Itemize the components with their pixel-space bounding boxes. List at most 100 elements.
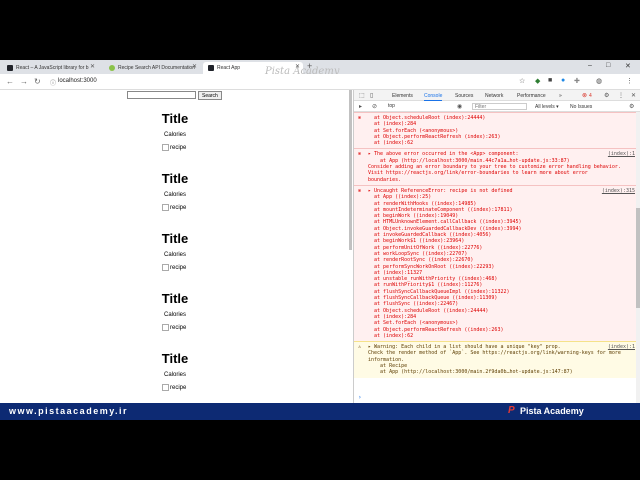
- banner-website: www.pistaacademy.ir: [9, 406, 129, 416]
- letterbox-top: [0, 0, 640, 60]
- gear-icon[interactable]: ⚙: [604, 92, 609, 99]
- console-error[interactable]: ⊗ (index):315 ▸ Uncaught ReferenceError: r…: [354, 184, 637, 342]
- devtools-panel: ⬚ ▯ Elements Console Sources Network Per…: [353, 90, 640, 403]
- recipe-image: recipe: [162, 324, 186, 331]
- console-warning[interactable]: ⚠ (index):1 ▸ Warning: Each child in a lis…: [354, 341, 637, 378]
- search-input[interactable]: [127, 91, 196, 99]
- tab-recipe-api[interactable]: Recipe Search API Documentation ✕: [104, 62, 200, 74]
- console-prompt[interactable]: ›: [358, 394, 362, 401]
- info-icon[interactable]: ⓘ: [50, 78, 56, 87]
- error-icon[interactable]: ⊗: [582, 92, 587, 99]
- sidebar-toggle-icon[interactable]: ▸: [359, 103, 362, 110]
- console-output: ⊗ at Object.scheduleRoot (index):24444) …: [354, 112, 637, 403]
- bottom-banner: www.pistaacademy.ir P Pista Academy: [0, 403, 640, 420]
- minimize-button[interactable]: –: [588, 62, 592, 69]
- devtools-tab-console[interactable]: Console: [424, 93, 443, 101]
- clear-console-icon[interactable]: ⊘: [372, 103, 377, 110]
- tab-react-docs[interactable]: React – A JavaScript library for b ✕: [2, 62, 98, 74]
- forward-arrow-icon[interactable]: →: [20, 77, 28, 86]
- recipe-calories: Calories: [163, 192, 186, 198]
- letterbox-bottom: [0, 420, 640, 480]
- page-scrollbar[interactable]: [349, 90, 352, 250]
- error-icon: ⊗: [358, 187, 362, 194]
- tab-strip: React – A JavaScript library for b ✕ Rec…: [0, 60, 640, 77]
- console-filter-input[interactable]: [472, 103, 527, 110]
- menu-dots-icon[interactable]: ⋮: [618, 92, 624, 99]
- recipe-card: Title Calories recipe: [120, 351, 230, 391]
- react-favicon-icon: [7, 65, 13, 71]
- pista-logo-icon: P: [508, 405, 515, 416]
- recipe-card: Title Calories recipe: [120, 291, 230, 331]
- page-viewport: Search Title Calories recipe Title Calor…: [0, 90, 352, 403]
- console-line: at (index):62: [368, 140, 414, 147]
- recipe-title: Title: [161, 231, 189, 246]
- puzzle-icon[interactable]: ✚: [574, 77, 580, 85]
- recipe-image: recipe: [162, 384, 186, 391]
- device-toggle-icon[interactable]: ▯: [370, 92, 373, 99]
- close-icon[interactable]: ✕: [631, 92, 636, 99]
- recipe-title: Title: [161, 171, 189, 186]
- more-tabs-button[interactable]: »: [559, 93, 562, 99]
- extension-icon[interactable]: ◆: [535, 77, 540, 85]
- search-button[interactable]: Search: [198, 91, 222, 100]
- console-line: Visit https://reactjs.org/link/error-bou…: [368, 170, 588, 177]
- source-link[interactable]: (index):1: [608, 151, 635, 157]
- extension-icon[interactable]: ●: [561, 77, 565, 84]
- tab-label: React App: [217, 65, 241, 71]
- warning-icon: ⚠: [358, 344, 362, 351]
- console-scrollbar[interactable]: [636, 112, 640, 403]
- extension-icon[interactable]: ■: [548, 77, 552, 84]
- tab-label: Recipe Search API Documentation: [118, 65, 195, 71]
- star-icon[interactable]: ☆: [519, 77, 525, 85]
- error-count-badge[interactable]: 4: [589, 93, 592, 99]
- console-error[interactable]: ⊗ (index):1 ▸ The above error occurred in …: [354, 148, 637, 185]
- console-error[interactable]: ⊗ at Object.scheduleRoot (index):24444) …: [354, 112, 637, 149]
- reload-icon[interactable]: ↻: [34, 77, 41, 86]
- recipe-card: Title Calories recipe: [120, 231, 230, 271]
- inspect-icon[interactable]: ⬚: [359, 92, 365, 99]
- recipe-card: Title Calories recipe: [120, 171, 230, 211]
- url-field[interactable]: localhost:3000: [58, 78, 97, 84]
- devtools-tab-sources[interactable]: Sources: [455, 93, 473, 99]
- profile-icon[interactable]: ◍: [596, 77, 602, 85]
- log-levels-select[interactable]: All levels ▾: [535, 104, 559, 110]
- console-toolbar: ▸ ⊘ top ◉ All levels ▾ No Issues ⚙: [354, 101, 640, 112]
- banner-brand: Pista Academy: [520, 406, 584, 416]
- back-arrow-icon[interactable]: ←: [6, 77, 14, 86]
- devtools-tab-network[interactable]: Network: [485, 93, 503, 99]
- browser-window: React – A JavaScript library for b ✕ Rec…: [0, 60, 640, 403]
- recipe-calories: Calories: [163, 132, 186, 138]
- recipe-calories: Calories: [163, 252, 186, 258]
- close-icon[interactable]: ✕: [192, 63, 197, 70]
- recipe-title: Title: [161, 291, 189, 306]
- source-link[interactable]: (index):1: [608, 344, 635, 350]
- context-select[interactable]: top: [388, 103, 395, 109]
- devtools-tab-performance[interactable]: Performance: [517, 93, 546, 99]
- recipe-image: recipe: [162, 264, 186, 271]
- error-icon: ⊗: [358, 151, 362, 158]
- eye-icon[interactable]: ◉: [457, 103, 462, 110]
- gear-icon[interactable]: ⚙: [629, 103, 634, 110]
- tab-label: React – A JavaScript library for b: [16, 65, 89, 71]
- menu-dots-icon[interactable]: ⋮: [626, 77, 633, 85]
- source-link[interactable]: (index):315: [602, 188, 635, 194]
- issues-button[interactable]: No Issues: [570, 104, 592, 110]
- recipe-image: recipe: [162, 204, 186, 211]
- close-icon[interactable]: ✕: [90, 63, 95, 70]
- error-icon: ⊗: [358, 115, 362, 121]
- recipe-calories: Calories: [163, 372, 186, 378]
- devtools-tab-bar: ⬚ ▯ Elements Console Sources Network Per…: [354, 90, 640, 101]
- recipe-title: Title: [161, 351, 189, 366]
- console-line: Check the render method of `App`. See ht…: [368, 350, 621, 357]
- react-favicon-icon: [208, 65, 214, 71]
- scrollbar-thumb[interactable]: [636, 208, 640, 308]
- console-line: boundaries.: [368, 176, 402, 183]
- maximize-button[interactable]: □: [606, 62, 610, 69]
- console-line: at App (http://localhost:3000/main.2f9da…: [368, 369, 573, 376]
- console-line: at (index):62: [368, 332, 414, 339]
- edamam-favicon-icon: [109, 65, 115, 71]
- close-window-button[interactable]: ✕: [625, 62, 631, 70]
- address-bar: ← → ↻ ⓘ localhost:3000 ☆ ◆ ■ ● ✚ ◍ ⋮: [0, 74, 640, 90]
- devtools-tab-elements[interactable]: Elements: [392, 93, 413, 99]
- recipe-title: Title: [161, 111, 189, 126]
